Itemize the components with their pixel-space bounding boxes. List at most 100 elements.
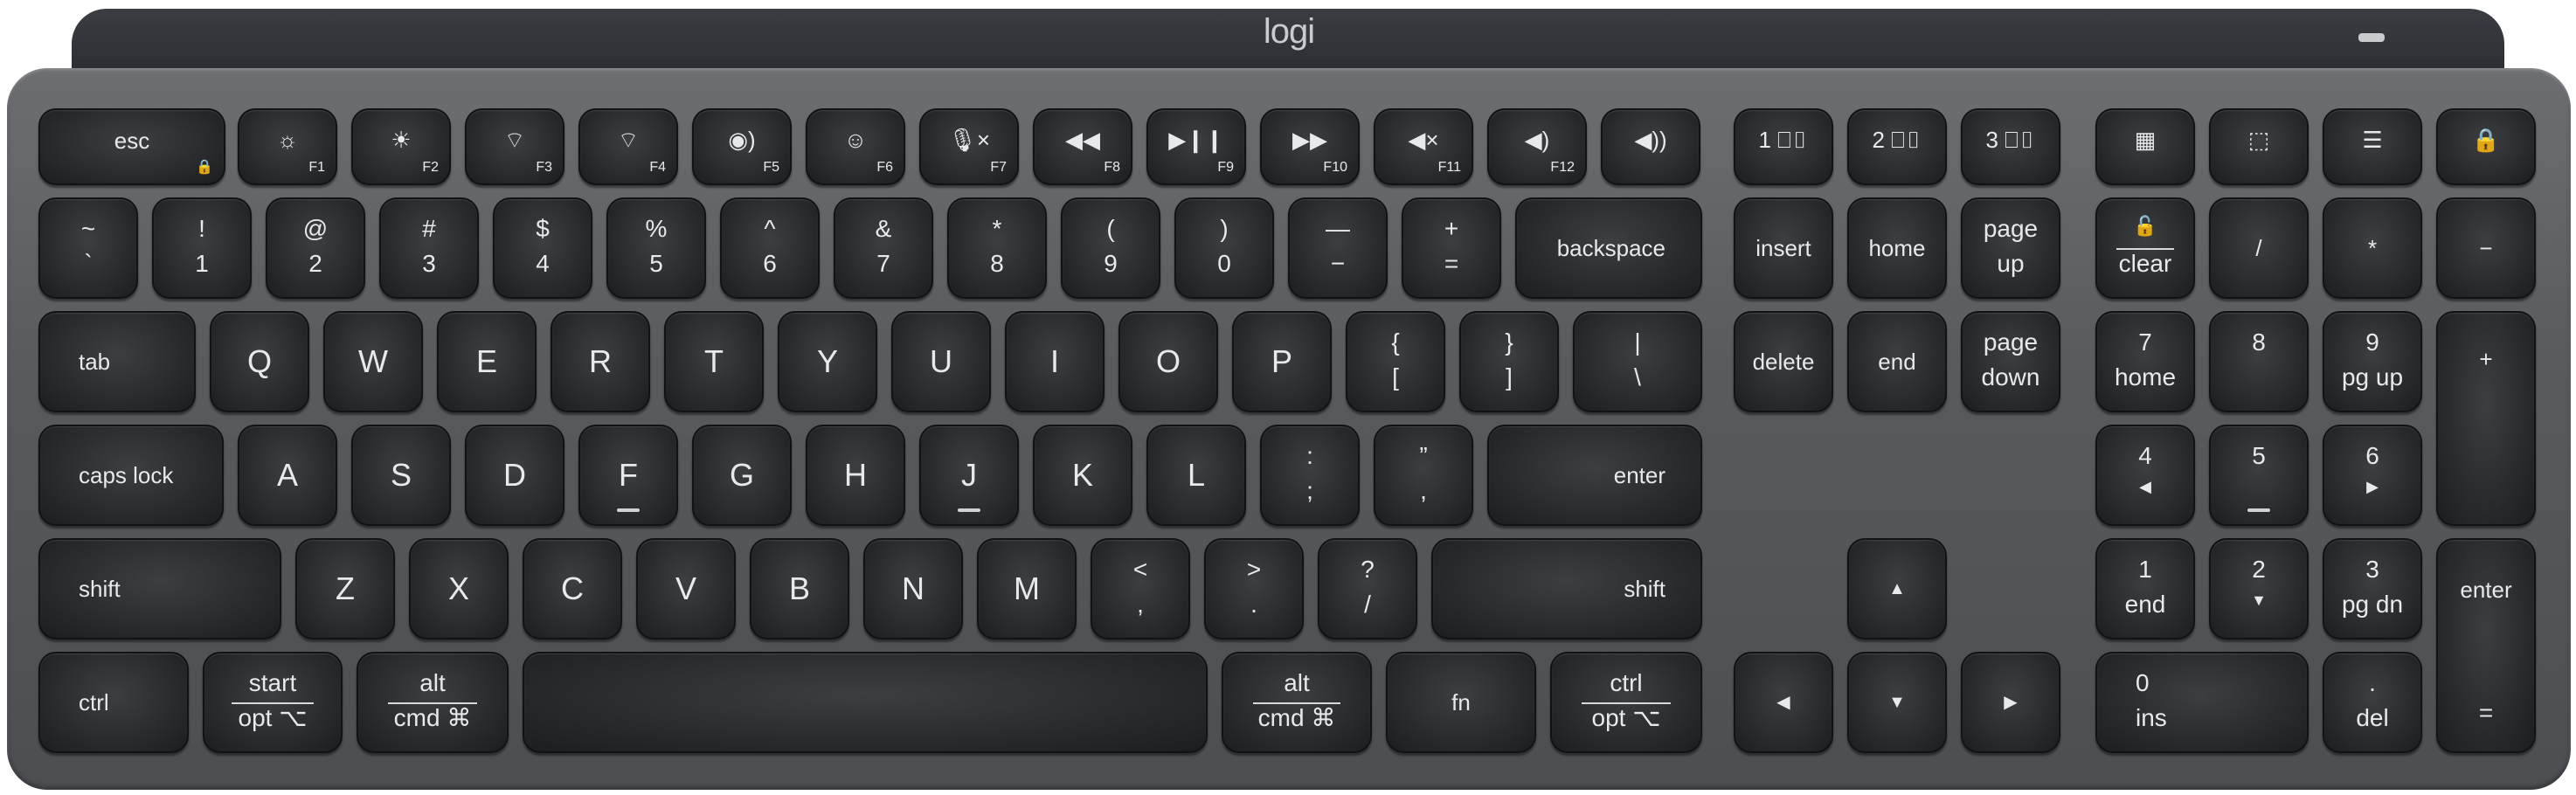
key-k[interactable]: K	[1033, 425, 1132, 526]
key-arrow-down[interactable]: ▼	[1847, 652, 1947, 753]
fn-key-calculator[interactable]: ▦	[2095, 108, 2195, 185]
key-shift[interactable]: shift	[1431, 538, 1702, 639]
key-2[interactable]: @2	[266, 197, 365, 299]
fn-key-f2[interactable]: ☀ F2	[351, 108, 451, 185]
key-j[interactable]: J	[919, 425, 1019, 526]
key-delete[interactable]: delete	[1734, 311, 1833, 412]
key-f[interactable]: F	[578, 425, 678, 526]
key-a[interactable]: A	[238, 425, 337, 526]
numpad-key-divide[interactable]: /	[2209, 197, 2309, 299]
key-w[interactable]: W	[323, 311, 423, 412]
key-insert[interactable]: insert	[1734, 197, 1833, 299]
key-space[interactable]: — −	[1288, 197, 1388, 299]
key-n[interactable]: N	[863, 538, 963, 639]
fn-key-f8[interactable]: ◀◀ F8	[1033, 108, 1132, 185]
key-c[interactable]: C	[523, 538, 622, 639]
key-0[interactable]: ) 0	[1174, 197, 1274, 299]
key-space[interactable]: ? /	[1318, 538, 1417, 639]
key-space[interactable]: | \	[1573, 311, 1702, 412]
key-space[interactable]: + =	[1402, 197, 1501, 299]
numpad-key-6[interactable]: 6 ▶	[2323, 425, 2422, 526]
key-1[interactable]: ! 1	[152, 197, 252, 299]
fn-key-f4[interactable]: ⌔ F4	[578, 108, 678, 185]
key-h[interactable]: H	[806, 425, 905, 526]
key-space[interactable]: ”,	[1374, 425, 1473, 526]
key-v[interactable]: V	[636, 538, 736, 639]
fn-key-f10[interactable]: ▶▶ F10	[1260, 108, 1360, 185]
key-home[interactable]: home	[1847, 197, 1947, 299]
key-space[interactable]	[523, 652, 1208, 753]
fn-key-f9[interactable]: ▶❙❙ F9	[1146, 108, 1246, 185]
numpad-key-0[interactable]: 0 ins	[2095, 652, 2309, 753]
fn-key-easy-switch-2[interactable]: 2 ⎕▯	[1847, 108, 1947, 185]
key-start-opt[interactable]: start opt ⌥	[203, 652, 343, 753]
key-o[interactable]: O	[1118, 311, 1218, 412]
key-space[interactable]: <,	[1091, 538, 1190, 639]
fn-key-f11[interactable]: ◀× F11	[1374, 108, 1473, 185]
numpad-key-4[interactable]: 4 ◀	[2095, 425, 2195, 526]
key-caps-lock[interactable]: caps lock	[38, 425, 224, 526]
numpad-key-9[interactable]: 9 pg up	[2323, 311, 2422, 412]
key-5[interactable]: % 5	[606, 197, 706, 299]
key-space[interactable]: ~ `	[38, 197, 138, 299]
key-backspace[interactable]: backspace	[1515, 197, 1702, 299]
key-z[interactable]: Z	[295, 538, 395, 639]
fn-key-menu[interactable]: ☰	[2323, 108, 2422, 185]
fn-key-f6[interactable]: ☺ F6	[806, 108, 905, 185]
key-3[interactable]: #3	[379, 197, 479, 299]
key-u[interactable]: U	[891, 311, 991, 412]
numpad-key-3[interactable]: 3 pg dn	[2323, 538, 2422, 639]
key-9[interactable]: (9	[1061, 197, 1160, 299]
numpad-key-enter[interactable]: enter =	[2436, 538, 2536, 753]
fn-key-f3[interactable]: ⌔ F3	[465, 108, 564, 185]
key-s[interactable]: S	[351, 425, 451, 526]
key-ctrl-opt[interactable]: ctrl opt ⌥	[1550, 652, 1702, 753]
numpad-key-2[interactable]: 2 ▼	[2209, 538, 2309, 639]
key-space[interactable]: {[	[1346, 311, 1445, 412]
key-r[interactable]: R	[551, 311, 650, 412]
key-arrow-left[interactable]: ◀	[1734, 652, 1833, 753]
key-d[interactable]: D	[465, 425, 564, 526]
key-t[interactable]: T	[664, 311, 764, 412]
key-space[interactable]: >.	[1204, 538, 1304, 639]
key-space[interactable]: }]	[1459, 311, 1559, 412]
key-arrow-up[interactable]: ▲	[1847, 538, 1947, 639]
key-g[interactable]: G	[692, 425, 792, 526]
numpad-key-5[interactable]: 5	[2209, 425, 2309, 526]
key-i[interactable]: I	[1005, 311, 1104, 412]
numpad-key-plus[interactable]: +	[2436, 311, 2536, 526]
key-b[interactable]: B	[750, 538, 849, 639]
numpad-key-8[interactable]: 8▲	[2209, 311, 2309, 412]
key-l[interactable]: L	[1146, 425, 1246, 526]
fn-key-easy-switch-3[interactable]: 3 ⎕▯	[1961, 108, 2060, 185]
key-enter[interactable]: enter	[1487, 425, 1702, 526]
key-x[interactable]: X	[409, 538, 509, 639]
fn-key-f7[interactable]: 🎙× F7	[919, 108, 1019, 185]
key-e[interactable]: E	[437, 311, 537, 412]
numpad-key-clear[interactable]: 🔓 clear	[2095, 197, 2195, 299]
key-fn[interactable]: fn	[1386, 652, 1536, 753]
key-ctrl[interactable]: ctrl	[38, 652, 189, 753]
key-arrow-right[interactable]: ▶	[1961, 652, 2060, 753]
fn-key-🔒[interactable]: esc 🔒	[38, 108, 225, 185]
numpad-key-multiply[interactable]: *	[2323, 197, 2422, 299]
fn-key-lock-screen[interactable]: 🔒	[2436, 108, 2536, 185]
key-4[interactable]: $4	[493, 197, 592, 299]
key-tab[interactable]: tab	[38, 311, 196, 412]
key-shift[interactable]: shift	[38, 538, 281, 639]
fn-key-f1[interactable]: ☼ F1	[238, 108, 337, 185]
fn-key-easy-switch-1[interactable]: 1 ⎕▯	[1734, 108, 1833, 185]
key-y[interactable]: Y	[778, 311, 877, 412]
fn-key-f5[interactable]: ◉) F5	[692, 108, 792, 185]
key-7[interactable]: & 7	[834, 197, 933, 299]
key-p[interactable]: P	[1232, 311, 1332, 412]
key-page-down[interactable]: page down	[1961, 311, 2060, 412]
key-end[interactable]: end	[1847, 311, 1947, 412]
key-8[interactable]: * 8	[947, 197, 1047, 299]
fn-key-volume-up[interactable]: ◀))	[1601, 108, 1700, 185]
numpad-key-minus[interactable]: −	[2436, 197, 2536, 299]
key-6[interactable]: ^ 6	[720, 197, 820, 299]
key-page-up[interactable]: page up	[1961, 197, 2060, 299]
key-m[interactable]: M	[977, 538, 1077, 639]
fn-key-screenshot[interactable]: ⬚	[2209, 108, 2309, 185]
